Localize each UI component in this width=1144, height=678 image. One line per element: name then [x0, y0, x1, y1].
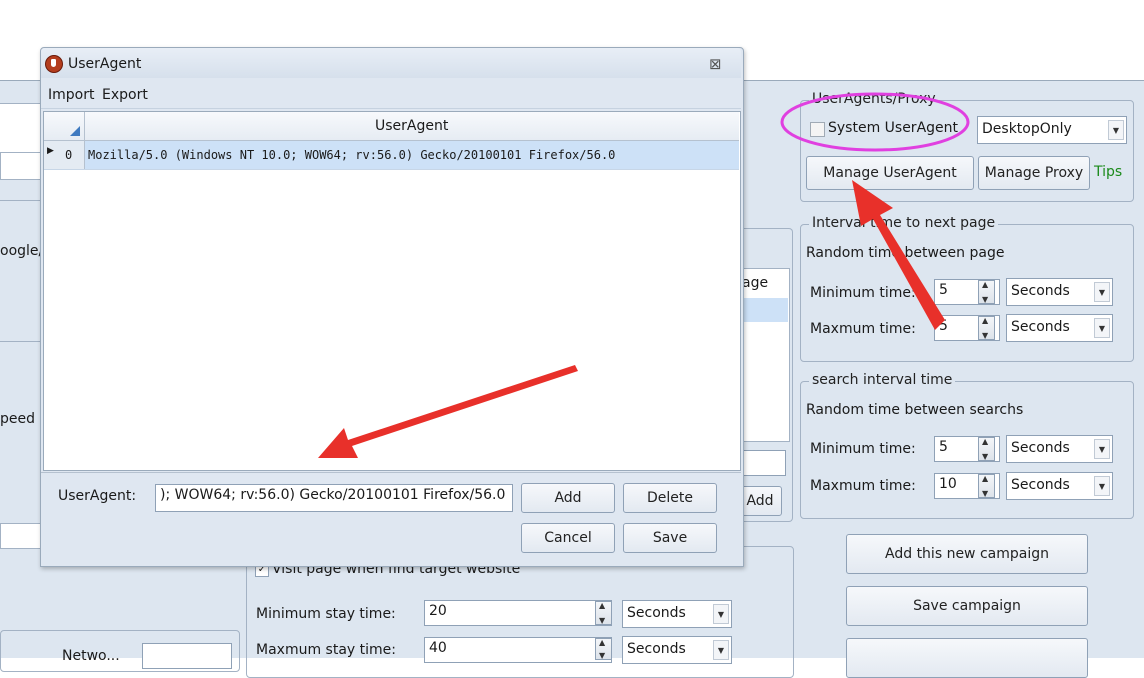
annotation-overlay	[318, 92, 970, 458]
arrow-to-manage-useragent	[852, 180, 945, 330]
highlight-circle	[780, 92, 970, 152]
arrow-to-useragent-field	[318, 365, 578, 458]
